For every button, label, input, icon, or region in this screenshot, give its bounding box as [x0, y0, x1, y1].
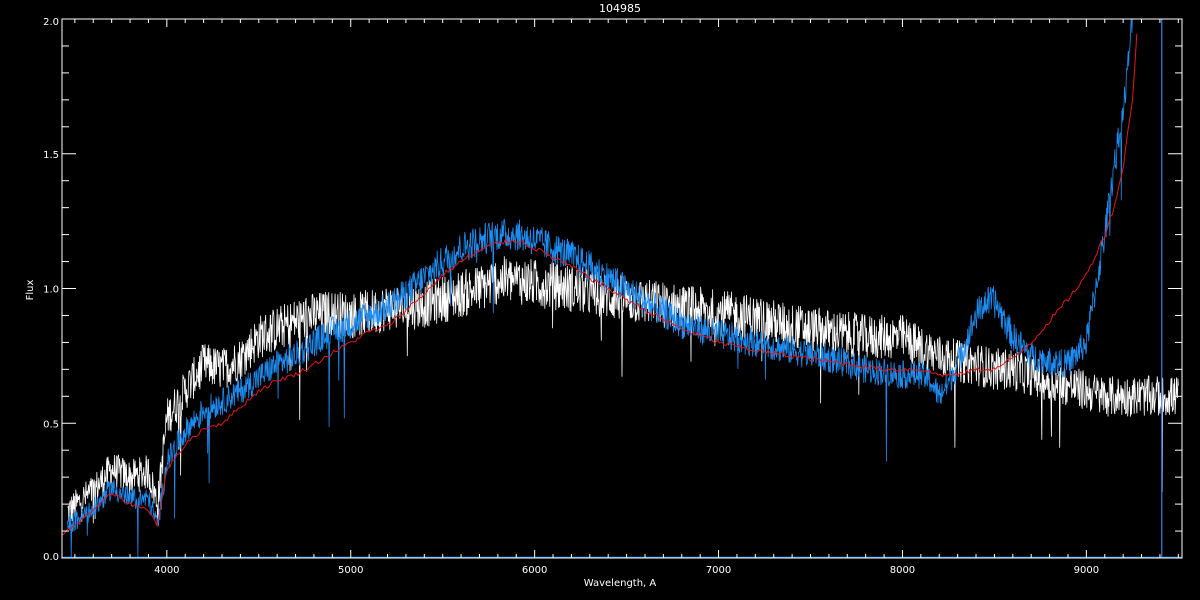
- x-tick-label: 4000: [154, 565, 179, 576]
- y-tick-label: 0.0: [43, 552, 59, 563]
- x-tick-label: 5000: [338, 565, 363, 576]
- y-tick-label: 1.5: [43, 150, 59, 161]
- y-tick-label: 2.0: [43, 17, 59, 28]
- y-tick-label: 0.5: [43, 419, 59, 430]
- y-axis-label: Flux: [25, 280, 36, 301]
- chart-title: 104985: [599, 2, 641, 15]
- x-tick-label: 9000: [1074, 565, 1099, 576]
- x-tick-label: 6000: [522, 565, 547, 576]
- x-tick-label: 8000: [890, 565, 915, 576]
- y-tick-label: 1.0: [43, 285, 59, 296]
- spectrum-chart: 104985 4000 5000 6000 7000 8000 9000 0.0 0.5 1.…: [0, 0, 1200, 600]
- x-axis-label: Wavelength, A: [584, 578, 657, 589]
- x-tick-label: 7000: [706, 565, 731, 576]
